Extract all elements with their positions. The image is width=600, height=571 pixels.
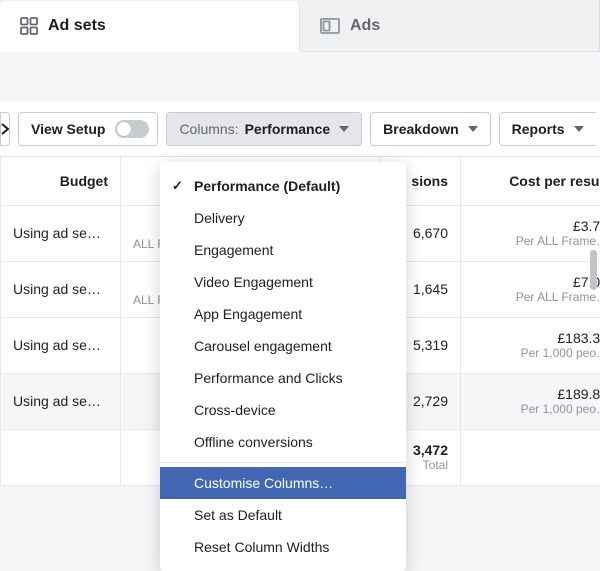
chevron-down-icon <box>574 126 584 132</box>
columns-button[interactable]: Columns: Performance <box>166 112 362 146</box>
menu-item-set-default[interactable]: Set as Default <box>160 499 406 531</box>
reports-label: Reports <box>512 121 565 137</box>
menu-item-engagement[interactable]: Engagement <box>160 234 406 266</box>
check-icon: ✓ <box>172 178 183 194</box>
toolbar: View Setup Columns: Performance Breakdow… <box>0 102 600 156</box>
menu-item-carousel-engagement[interactable]: Carousel engagement <box>160 330 406 362</box>
menu-item-video-engagement[interactable]: Video Engagement <box>160 266 406 298</box>
columns-menu: ✓ Performance (Default) Delivery Engagem… <box>160 162 406 571</box>
cell-budget: Using ad se… <box>1 317 121 373</box>
ad-sets-icon <box>20 17 38 35</box>
cell-cost-sub: Per 1,000 peo… <box>473 346 600 360</box>
menu-item-app-engagement[interactable]: App Engagement <box>160 298 406 330</box>
menu-item-performance-clicks[interactable]: Performance and Clicks <box>160 362 406 394</box>
tab-ad-sets[interactable]: Ad sets <box>0 1 300 52</box>
cell-cost: £189.84 <box>557 386 600 402</box>
col-header-cost[interactable]: Cost per result <box>461 157 600 205</box>
ads-icon <box>320 18 340 34</box>
view-setup-label: View Setup <box>31 121 105 137</box>
menu-separator <box>160 462 406 463</box>
cell-cost: £183.38 <box>557 330 600 346</box>
menu-item-reset-widths[interactable]: Reset Column Widths <box>160 531 406 563</box>
columns-prefix: Columns: <box>179 121 238 137</box>
col-header-budget[interactable]: Budget <box>1 157 121 205</box>
tab-ads-label: Ads <box>350 17 380 35</box>
breakdown-button[interactable]: Breakdown <box>370 112 490 146</box>
chevron-down-icon <box>468 126 478 132</box>
cell-budget: Using ad se… <box>1 205 121 261</box>
chevron-down-icon <box>339 126 349 132</box>
view-setup-toggle[interactable] <box>115 120 149 138</box>
menu-item-customise-columns[interactable]: Customise Columns… <box>160 467 406 499</box>
cell-budget: Using ad se… <box>1 261 121 317</box>
menu-item-delivery[interactable]: Delivery <box>160 202 406 234</box>
breakdown-label: Breakdown <box>383 121 458 137</box>
cell-cost-sub: Per ALL Frame… <box>473 234 600 248</box>
cell-cost-sub: Per ALL Frame… <box>473 290 600 304</box>
columns-value: Performance <box>245 121 331 137</box>
expand-button[interactable] <box>0 112 10 146</box>
cell-cost: £3.70 <box>573 218 600 234</box>
cell-cost-sub: Per 1,000 peo… <box>473 402 600 416</box>
tab-ad-sets-label: Ad sets <box>48 17 106 35</box>
view-setup-button[interactable]: View Setup <box>18 112 158 146</box>
cell-budget: Using ad se… <box>1 373 121 429</box>
tab-ads[interactable]: Ads <box>300 0 600 51</box>
reports-button[interactable]: Reports <box>499 112 596 146</box>
menu-item-performance-default[interactable]: ✓ Performance (Default) <box>160 170 406 202</box>
menu-item-cross-device[interactable]: Cross-device <box>160 394 406 426</box>
scrollbar-thumb[interactable] <box>590 250 597 290</box>
menu-item-offline-conversions[interactable]: Offline conversions <box>160 426 406 458</box>
total-impressions: 3,472 <box>413 442 448 458</box>
